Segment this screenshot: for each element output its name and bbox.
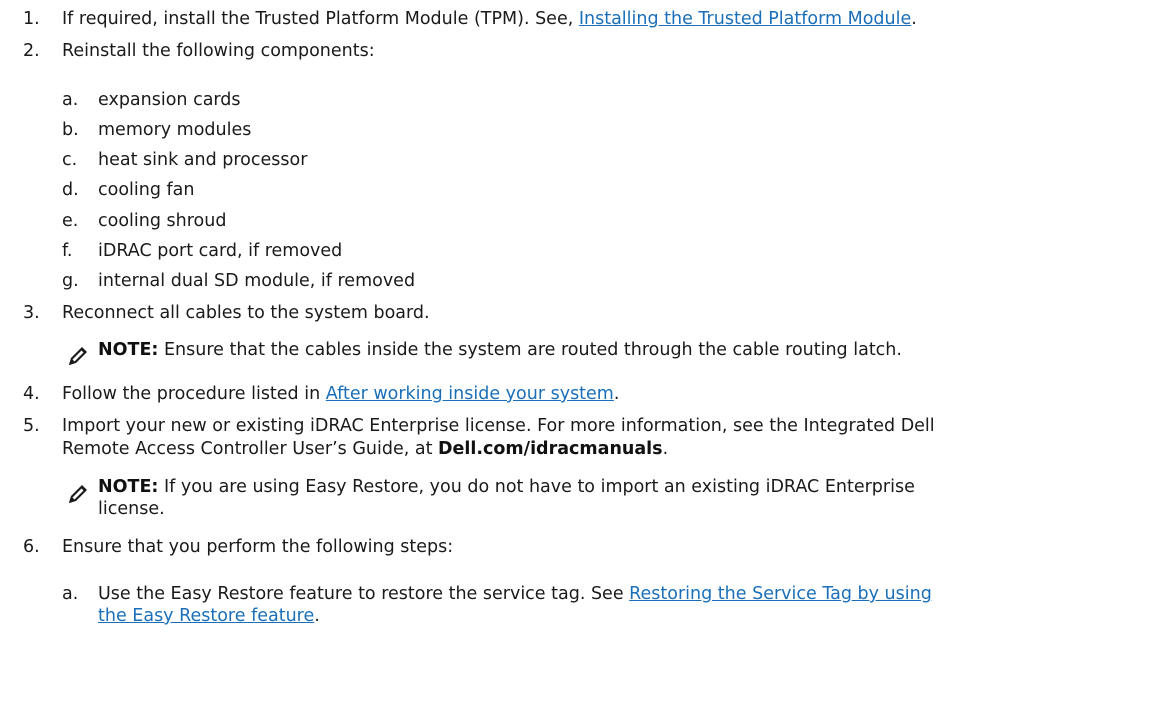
item-letter: c. [62,150,78,170]
item-letter: b. [62,120,79,140]
item-letter: e. [62,211,79,231]
item-text: heat sink and processor [98,150,308,170]
note-label: NOTE: [98,340,159,360]
manuals-url: Dell.com/idracmanuals [438,439,663,459]
step-text-after: . [662,439,669,459]
item-letter: d. [62,180,79,200]
list-item-continued: the Easy Restore feature. [98,605,320,627]
item-text: cooling shroud [98,211,227,231]
step-number: 3. [23,303,40,323]
note-text: If you are using Easy Restore, you do no… [158,477,915,497]
item-text: Use the Easy Restore feature to restore … [98,583,932,605]
step-number: 6. [23,537,40,557]
link-restoring-service-tag-continued[interactable]: the Easy Restore feature [98,606,314,626]
item-text: iDRAC port card, if removed [98,241,343,261]
note-label: NOTE: [98,477,159,497]
step-text: Follow the procedure listed in After wor… [62,383,619,405]
step-text: Reconnect all cables to the system board… [62,303,430,323]
step-text-before: Remote Access Controller User’s Guide, a… [62,439,438,459]
note-callout-continued: license. [98,499,165,519]
item-letter: f. [62,241,73,261]
link-after-working-inside[interactable]: After working inside your system [326,384,614,404]
step-text-before: If required, install the Trusted Platfor… [62,9,579,29]
note-callout: NOTE: If you are using Easy Restore, you… [98,476,915,498]
item-text: expansion cards [98,90,241,110]
step-number: 5. [23,416,40,436]
item-text-before: Use the Easy Restore feature to restore … [98,584,630,604]
item-letter: a. [62,90,79,110]
note-text: Ensure that the cables inside the system… [158,340,902,360]
item-text-after: . [314,606,320,626]
step-text-line1: Import your new or existing iDRAC Enterp… [62,416,935,436]
link-restoring-service-tag[interactable]: Restoring the Service Tag by using [629,584,932,604]
step-text-after: . [911,9,917,29]
item-text: memory modules [98,120,252,140]
step-text-after: . [613,384,620,404]
item-letter: g. [62,271,79,291]
item-text: cooling fan [98,180,195,200]
step-text-before: Follow the procedure listed in [62,384,326,404]
link-installing-tpm[interactable]: Installing the Trusted Platform Module [579,9,911,29]
step-text: Ensure that you perform the following st… [62,537,454,557]
step-number: 1. [23,9,40,29]
note-callout: NOTE: Ensure that the cables inside the … [98,339,902,361]
step-5-continued: Remote Access Controller User’s Guide, a… [62,438,668,460]
note-pencil-icon [69,485,87,503]
note-pencil-icon [69,347,87,365]
step-number: 2. [23,41,40,61]
step-number: 4. [23,384,40,404]
item-letter: a. [62,584,79,604]
step-text: Reinstall the following components: [62,41,375,61]
step-text: If required, install the Trusted Platfor… [62,8,917,30]
item-text: internal dual SD module, if removed [98,271,416,291]
